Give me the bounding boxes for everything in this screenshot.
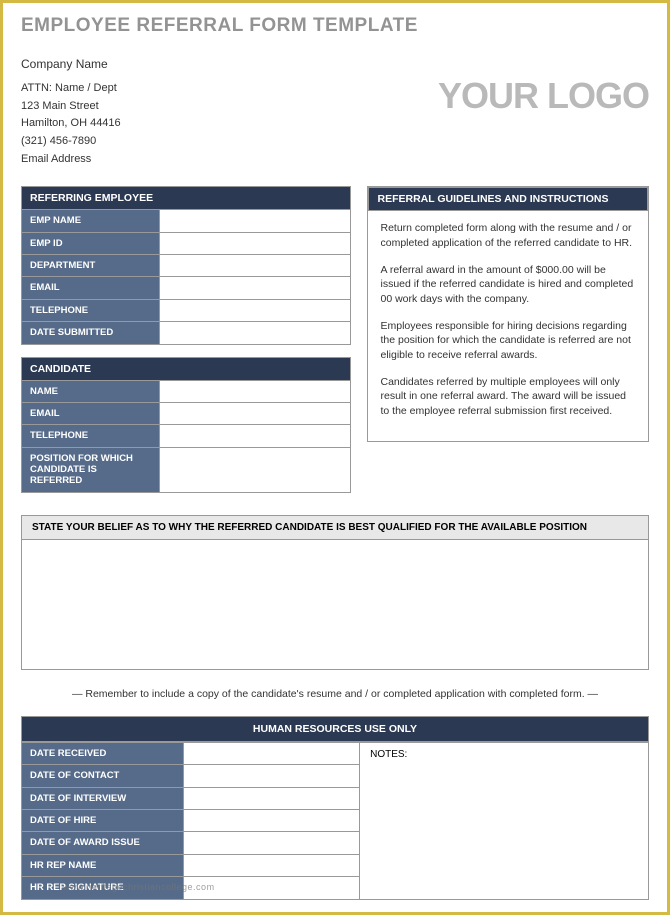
field-label: EMAIL xyxy=(22,277,160,299)
company-name: Company Name xyxy=(21,55,121,74)
page-title: EMPLOYEE REFERRAL FORM TEMPLATE xyxy=(21,15,649,37)
field-label: TELEPHONE xyxy=(22,299,160,321)
company-block: Company Name ATTN: Name / Dept 123 Main … xyxy=(21,55,121,168)
guidelines-body: Return completed form along with the res… xyxy=(368,211,648,441)
company-street: 123 Main Street xyxy=(21,98,121,116)
form-page: EMPLOYEE REFERRAL FORM TEMPLATE Company … xyxy=(0,0,670,915)
field-label: EMP ID xyxy=(22,232,160,254)
header-row: Company Name ATTN: Name / Dept 123 Main … xyxy=(21,55,649,168)
guidelines-p4: Candidates referred by multiple employee… xyxy=(380,375,636,419)
candidate-table: CANDIDATE NAME EMAIL TELEPHONE POSITION … xyxy=(21,357,351,493)
field-value[interactable] xyxy=(160,322,351,344)
field-value[interactable] xyxy=(160,210,351,232)
field-value[interactable] xyxy=(184,832,360,854)
field-label: TELEPHONE xyxy=(22,425,160,447)
field-value[interactable] xyxy=(160,402,351,424)
field-label: HR REP NAME xyxy=(22,854,184,876)
company-email: Email Address xyxy=(21,151,121,169)
belief-section: STATE YOUR BELIEF AS TO WHY THE REFERRED… xyxy=(21,515,649,670)
field-label: DATE RECEIVED xyxy=(22,742,184,764)
field-value[interactable] xyxy=(160,277,351,299)
guidelines-p1: Return completed form along with the res… xyxy=(380,221,636,250)
logo-placeholder: YOUR LOGO xyxy=(438,75,649,117)
field-value[interactable] xyxy=(184,854,360,876)
reminder-text: — Remember to include a copy of the cand… xyxy=(21,678,649,712)
belief-body[interactable] xyxy=(21,540,649,670)
field-value[interactable] xyxy=(184,787,360,809)
hr-notes[interactable]: NOTES: xyxy=(360,742,649,900)
field-value[interactable] xyxy=(184,742,360,764)
field-label: DATE OF CONTACT xyxy=(22,765,184,787)
field-label: DEPARTMENT xyxy=(22,254,160,276)
field-value[interactable] xyxy=(160,380,351,402)
field-value[interactable] xyxy=(160,232,351,254)
guidelines-p3: Employees responsible for hiring decisio… xyxy=(380,319,636,363)
field-label: DATE OF HIRE xyxy=(22,810,184,832)
notes-label: NOTES: xyxy=(370,749,407,760)
field-value[interactable] xyxy=(184,765,360,787)
hr-header: HUMAN RESOURCES USE ONLY xyxy=(21,716,649,742)
field-label: DATE OF AWARD ISSUE xyxy=(22,832,184,854)
guidelines-header: REFERRAL GUIDELINES AND INSTRUCTIONS xyxy=(368,187,648,211)
field-label: NAME xyxy=(22,380,160,402)
field-value[interactable] xyxy=(184,810,360,832)
company-phone: (321) 456-7890 xyxy=(21,133,121,151)
hr-row: DATE RECEIVED DATE OF CONTACT DATE OF IN… xyxy=(21,742,649,900)
right-column: REFERRAL GUIDELINES AND INSTRUCTIONS Ret… xyxy=(367,186,649,505)
watermark: www.heritagechristiancollege.com xyxy=(63,882,215,892)
field-label: EMAIL xyxy=(22,402,160,424)
candidate-header: CANDIDATE xyxy=(22,357,351,380)
field-value[interactable] xyxy=(160,425,351,447)
field-label: DATE SUBMITTED xyxy=(22,322,160,344)
hr-section: HUMAN RESOURCES USE ONLY DATE RECEIVED D… xyxy=(21,716,649,900)
field-label: DATE OF INTERVIEW xyxy=(22,787,184,809)
guidelines-p2: A referral award in the amount of $000.0… xyxy=(380,263,636,307)
field-label: EMP NAME xyxy=(22,210,160,232)
referring-employee-table: REFERRING EMPLOYEE EMP NAME EMP ID DEPAR… xyxy=(21,186,351,344)
main-columns: REFERRING EMPLOYEE EMP NAME EMP ID DEPAR… xyxy=(21,186,649,505)
field-label: POSITION FOR WHICH CANDIDATE IS REFERRED xyxy=(22,447,160,492)
hr-left: DATE RECEIVED DATE OF CONTACT DATE OF IN… xyxy=(21,742,360,900)
field-value[interactable] xyxy=(160,299,351,321)
company-citystate: Hamilton, OH 44416 xyxy=(21,115,121,133)
guidelines-box: REFERRAL GUIDELINES AND INSTRUCTIONS Ret… xyxy=(367,186,649,442)
company-attn: ATTN: Name / Dept xyxy=(21,80,121,98)
belief-header: STATE YOUR BELIEF AS TO WHY THE REFERRED… xyxy=(21,515,649,540)
field-value[interactable] xyxy=(160,254,351,276)
referring-header: REFERRING EMPLOYEE xyxy=(22,187,351,210)
field-value[interactable] xyxy=(160,447,351,492)
left-column: REFERRING EMPLOYEE EMP NAME EMP ID DEPAR… xyxy=(21,186,351,505)
hr-table: DATE RECEIVED DATE OF CONTACT DATE OF IN… xyxy=(21,742,360,900)
